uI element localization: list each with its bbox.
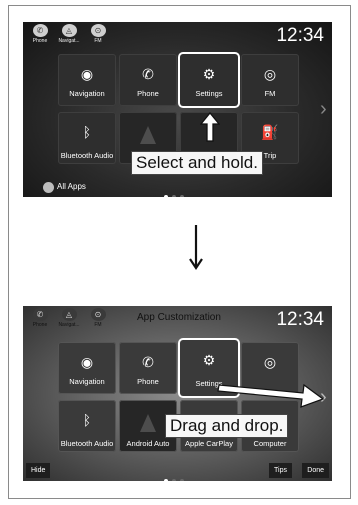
navigation-icon: ◬ — [61, 24, 77, 37]
fuel-icon: ⛽ — [261, 124, 279, 140]
phone-icon: ✆ — [32, 24, 48, 37]
page-dot — [171, 479, 176, 481]
tile-phone[interactable]: ✆ Phone — [119, 54, 177, 106]
tile-bluetooth-audio[interactable]: ᛒ Bluetooth Audio — [58, 400, 116, 452]
bottom-bar: All Apps — [23, 177, 332, 197]
page-dot — [163, 479, 168, 481]
shortcut-label: FM — [94, 322, 102, 328]
tile-bluetooth-audio[interactable]: ᛒ Bluetooth Audio — [58, 112, 116, 164]
bluetooth-icon: ᛒ — [82, 124, 92, 140]
tile-label: Phone — [137, 377, 159, 386]
clock: 12:34 — [276, 309, 324, 330]
shortcut-label: FM — [94, 38, 102, 44]
tile-label: Navigation — [69, 89, 105, 98]
tile-settings[interactable]: ⚙ Settings — [180, 54, 238, 106]
phone-icon: ✆ — [142, 66, 154, 82]
tile-navigation[interactable]: ◉ Navigation — [58, 54, 116, 106]
up-arrow-icon — [200, 112, 220, 142]
shortcut-phone[interactable]: ✆ Phone — [27, 24, 53, 48]
tile-label: Navigation — [69, 377, 105, 386]
fm-icon: ⊙ — [90, 24, 106, 37]
tile-label: Phone — [137, 89, 159, 98]
shortcut-label: Phone — [32, 38, 48, 44]
tile-label: FM — [264, 89, 276, 98]
android-auto-icon — [140, 414, 156, 432]
home-screen: ✆ Phone ◬ Navigat... ⊙ FM 12:34 ◉ Naviga… — [23, 22, 332, 197]
tile-label: Android Auto — [126, 439, 170, 448]
bottom-bar: Hide Tips Done — [23, 461, 332, 481]
tile-label: Settings — [195, 89, 223, 98]
navigation-icon: ◬ — [61, 308, 77, 321]
page-dot — [179, 479, 184, 481]
page-dot — [163, 195, 168, 197]
page-indicator — [163, 186, 192, 197]
done-button[interactable]: Done — [302, 463, 329, 478]
next-page-chevron-icon[interactable]: › — [320, 96, 330, 122]
clock: 12:34 — [276, 25, 324, 46]
drag-and-drop-callout: Drag and drop. — [165, 414, 289, 438]
gear-icon: ⚙ — [202, 66, 216, 82]
shortcut-label: Navigat... — [58, 322, 80, 328]
hide-button[interactable]: Hide — [26, 463, 51, 478]
shortcut-navigation[interactable]: ◬ Navigat... — [56, 308, 82, 332]
android-auto-icon — [140, 126, 156, 144]
shortcut-phone[interactable]: ✆ Phone — [27, 308, 53, 332]
phone-icon: ✆ — [142, 354, 154, 370]
navigation-icon: ◉ — [80, 354, 94, 370]
fm-icon: ◎ — [263, 66, 277, 82]
tile-fm[interactable]: ◎ FM — [241, 54, 299, 106]
tile-phone[interactable]: ✆ Phone — [119, 342, 177, 394]
navigation-icon: ◉ — [80, 66, 94, 82]
shortcut-fm[interactable]: ⊙ FM — [85, 24, 111, 48]
shortcut-label: Phone — [32, 322, 48, 328]
gear-icon: ⚙ — [202, 352, 216, 368]
status-bar: ✆ Phone ◬ Navigat... ⊙ FM App Customizat… — [23, 306, 332, 334]
tips-button[interactable]: Tips — [269, 463, 292, 478]
select-and-hold-callout: Select and hold. — [131, 151, 263, 175]
tile-label: Computer — [253, 439, 287, 448]
page-dot — [171, 195, 176, 197]
bluetooth-icon: ᛒ — [82, 412, 92, 428]
all-apps-icon — [43, 182, 54, 193]
tile-label: Bluetooth Audio — [60, 439, 114, 448]
tile-navigation[interactable]: ◉ Navigation — [58, 342, 116, 394]
all-apps-button[interactable]: All Apps — [57, 180, 86, 194]
fm-icon: ◎ — [263, 354, 277, 370]
shortcut-label: Navigat... — [58, 38, 80, 44]
shortcut-fm[interactable]: ⊙ FM — [85, 308, 111, 332]
down-arrow-icon — [189, 225, 203, 270]
status-bar: ✆ Phone ◬ Navigat... ⊙ FM 12:34 — [23, 22, 332, 50]
page-title: App Customization — [137, 312, 221, 323]
phone-icon: ✆ — [32, 308, 48, 321]
shortcut-navigation[interactable]: ◬ Navigat... — [56, 24, 82, 48]
drag-arrow-icon — [217, 383, 325, 408]
fm-icon: ⊙ — [90, 308, 106, 321]
tile-label: Bluetooth Audio — [60, 151, 114, 160]
page-dot — [179, 195, 184, 197]
page-indicator — [163, 470, 192, 481]
tile-label: Apple CarPlay — [185, 439, 233, 448]
app-customization-screen: ✆ Phone ◬ Navigat... ⊙ FM App Customizat… — [23, 306, 332, 481]
